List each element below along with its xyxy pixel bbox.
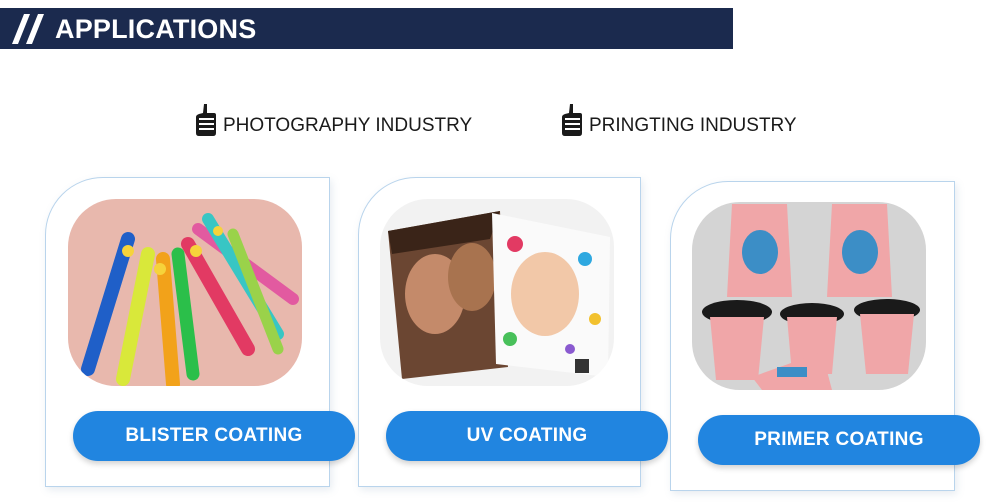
- paper-cups-photo: [692, 202, 926, 390]
- primer-coating-button[interactable]: PRIMER COATING: [698, 415, 980, 465]
- double-slash-icon: [12, 14, 44, 44]
- industry-item-photography: PHOTOGRAPHY INDUSTRY: [195, 102, 472, 138]
- toothbrushes-photo: [68, 199, 302, 386]
- industry-label: PHOTOGRAPHY INDUSTRY: [223, 115, 473, 136]
- uv-coating-button[interactable]: UV COATING: [386, 411, 668, 461]
- industry-item-printing: PRINGTING INDUSTRY: [561, 102, 797, 138]
- section-title: APPLICATIONS: [55, 14, 257, 44]
- industry-label: PRINGTING INDUSTRY: [589, 115, 797, 136]
- section-header-banner: APPLICATIONS: [0, 8, 733, 49]
- thumbs-up-icon: [196, 104, 216, 136]
- printed-photo-sheets: [380, 199, 614, 386]
- thumbs-up-icon: [562, 104, 582, 136]
- blister-coating-button[interactable]: BLISTER COATING: [73, 411, 355, 461]
